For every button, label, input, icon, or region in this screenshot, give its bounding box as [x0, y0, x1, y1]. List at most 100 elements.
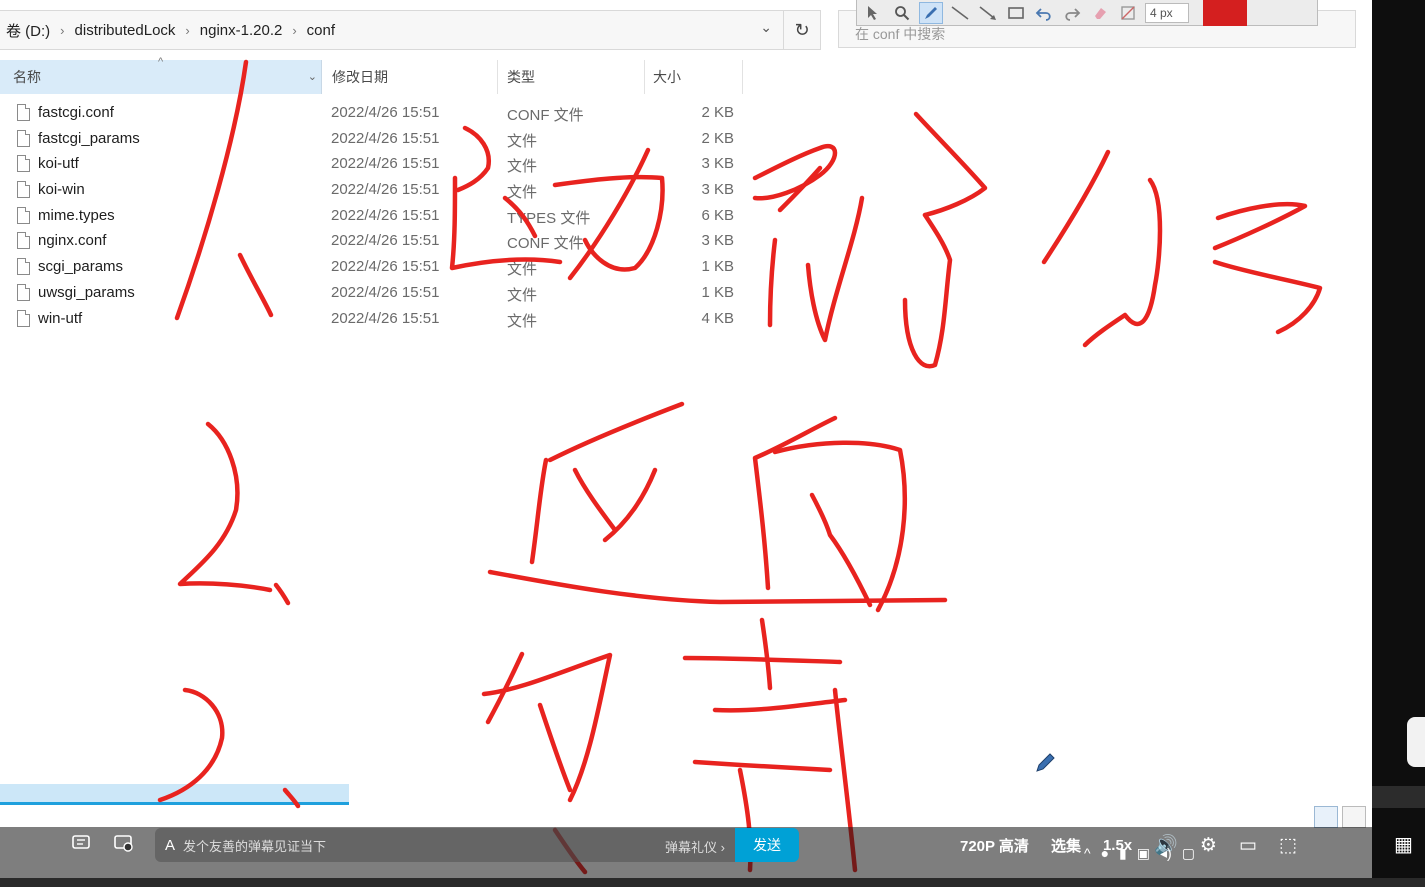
network-icon[interactable]: ▣: [1137, 845, 1150, 862]
file-name: scgi_params: [38, 258, 124, 276]
episodes-button[interactable]: 选集: [1051, 835, 1081, 856]
details-view-icon[interactable]: [1314, 806, 1338, 828]
danmaku-etiquette-link[interactable]: 弹幕礼仪 ›: [665, 837, 725, 856]
file-type: 文件: [507, 286, 538, 304]
annotation-stroke: [752, 144, 838, 201]
refresh-button[interactable]: ↻: [783, 11, 820, 49]
eraser-icon[interactable]: [1089, 3, 1111, 23]
file-type: TYPES 文件: [507, 209, 591, 227]
settings-gear-icon[interactable]: ⚙: [1200, 834, 1217, 857]
file-date: 2022/4/26 15:51: [331, 104, 440, 121]
file-row-win-utf[interactable]: win-utf 2022/4/26 15:51 文件 4 KB: [0, 306, 745, 332]
annotation-stroke: [809, 492, 873, 608]
file-row-fastcgi-params[interactable]: fastcgi_params 2022/4/26 15:51 文件 2 KB: [0, 126, 745, 152]
widescreen-icon[interactable]: ⬚: [1279, 834, 1297, 857]
column-header-size[interactable]: 大小: [645, 60, 743, 94]
pen-size-field[interactable]: 4 px: [1145, 2, 1189, 23]
file-name: fastcgi.conf: [38, 104, 114, 121]
file-size: 2 KB: [701, 129, 734, 147]
pen-tool-icon[interactable]: [919, 1, 943, 24]
breadcrumb-nginx[interactable]: nginx-1.20.2: [194, 22, 289, 39]
column-header-name[interactable]: 名称 ^ ⌄: [0, 56, 322, 94]
speaker-icon[interactable]: ◂): [1160, 845, 1172, 862]
zoom-tool-icon[interactable]: [891, 3, 913, 23]
large-icons-view-icon[interactable]: [1342, 806, 1366, 828]
column-filter-dropdown-icon[interactable]: ⌄: [308, 70, 317, 83]
view-toggle-group: [1314, 806, 1366, 828]
annotation-stroke: [913, 111, 988, 218]
send-danmaku-button[interactable]: 发送: [735, 828, 799, 862]
undo-icon[interactable]: [1033, 3, 1055, 23]
address-history-dropdown-icon[interactable]: ⌄: [760, 19, 772, 36]
column-header-type[interactable]: 类型: [498, 60, 645, 94]
redo-icon[interactable]: [1061, 3, 1083, 23]
microphone-icon[interactable]: ▮: [1119, 845, 1127, 862]
file-icon: [17, 155, 30, 173]
file-row-koi-utf[interactable]: koi-utf 2022/4/26 15:51 文件 3 KB: [0, 151, 745, 177]
file-date: 2022/4/26 15:51: [331, 309, 440, 327]
file-row-fastcgi-conf[interactable]: fastcgi.conf 2022/4/26 15:51 CONF 文件 2 K…: [0, 100, 745, 126]
annotation-stroke: [772, 440, 908, 613]
breadcrumb-conf[interactable]: conf: [301, 22, 341, 39]
annotation-stroke: [752, 415, 838, 591]
rectangle-tool-icon[interactable]: [1005, 3, 1027, 23]
annotation-stroke: [777, 165, 823, 213]
line-tool-icon[interactable]: [949, 3, 971, 23]
tray-expand-icon[interactable]: ^: [1084, 845, 1091, 862]
danmaku-settings-icon[interactable]: [112, 832, 136, 854]
file-name: nginx.conf: [38, 232, 107, 250]
danmaku-style-icon[interactable]: A: [165, 837, 175, 854]
player-side-strip: [1372, 0, 1425, 887]
file-type: CONF 文件: [507, 107, 584, 124]
system-tray: ^ ● ▮ ▣ ◂) ▢: [1084, 845, 1195, 862]
file-size: 3 KB: [701, 232, 734, 250]
file-date: 2022/4/26 15:51: [331, 181, 440, 199]
file-type: 文件: [507, 312, 538, 330]
file-row-uwsgi-params[interactable]: uwsgi_params 2022/4/26 15:51 文件 1 KB: [0, 280, 745, 306]
sidebar-grid-icon[interactable]: ▦: [1394, 832, 1413, 857]
sort-ascending-icon: ^: [158, 56, 164, 68]
annotation-stroke: [759, 617, 773, 691]
file-name: win-utf: [38, 309, 83, 327]
file-list: fastcgi.conf 2022/4/26 15:51 CONF 文件 2 K…: [0, 100, 745, 331]
side-panel-handle[interactable]: [1407, 717, 1425, 767]
file-size: 2 KB: [701, 104, 734, 121]
danmaku-placeholder: 发个友善的弹幕见证当下: [183, 838, 327, 854]
picture-in-picture-icon[interactable]: ▭: [1239, 834, 1257, 857]
file-row-koi-win[interactable]: koi-win 2022/4/26 15:51 文件 3 KB: [0, 177, 745, 203]
annotation-stroke: [485, 651, 525, 725]
arrow-tool-icon[interactable]: [977, 3, 999, 23]
file-date: 2022/4/26 15:51: [331, 206, 440, 224]
column-header-name-label: 名称: [13, 69, 41, 85]
annotation-stroke: [1212, 259, 1323, 335]
clear-icon[interactable]: [1117, 3, 1139, 23]
breadcrumb-separator: ›: [185, 22, 190, 38]
address-bar[interactable]: 卷 (D:) › distributedLock › nginx-1.20.2 …: [0, 10, 821, 50]
breadcrumb-drive[interactable]: 卷 (D:): [0, 20, 56, 41]
pen-color-swatch[interactable]: [1203, 0, 1247, 26]
chat-icon[interactable]: ▢: [1182, 845, 1195, 862]
file-row-nginx-conf[interactable]: nginx.conf 2022/4/26 15:51 CONF 文件 3 KB: [0, 228, 745, 254]
file-row-mime-types[interactable]: mime.types 2022/4/26 15:51 TYPES 文件 6 KB: [0, 203, 745, 229]
annotation-stroke: [177, 421, 273, 593]
file-icon: [17, 129, 30, 147]
breadcrumb-distributedlock[interactable]: distributedLock: [69, 22, 182, 39]
file-row-scgi-params[interactable]: scgi_params 2022/4/26 15:51 文件 1 KB: [0, 254, 745, 280]
annotation-stroke: [487, 569, 948, 605]
file-name: uwsgi_params: [38, 283, 135, 301]
danmaku-toggle-icon[interactable]: [70, 832, 94, 854]
annotation-stroke: [537, 702, 573, 793]
annotation-stroke: [572, 467, 618, 533]
file-type: 文件: [507, 158, 538, 176]
refresh-icon: ↻: [794, 19, 810, 40]
annotation-stroke: [529, 457, 549, 565]
file-type: 文件: [507, 261, 538, 279]
quality-selector[interactable]: 720P 高清: [960, 835, 1029, 856]
file-icon: [17, 206, 30, 224]
file-name: koi-win: [38, 181, 85, 199]
column-header-date[interactable]: 修改日期: [322, 60, 498, 94]
select-tool-icon[interactable]: [863, 3, 885, 23]
danmaku-input[interactable]: A 发个友善的弹幕见证当下 弹幕礼仪 ›: [155, 828, 735, 862]
tray-app-icon[interactable]: ●: [1101, 845, 1109, 862]
annotation-stroke: [1082, 177, 1163, 348]
